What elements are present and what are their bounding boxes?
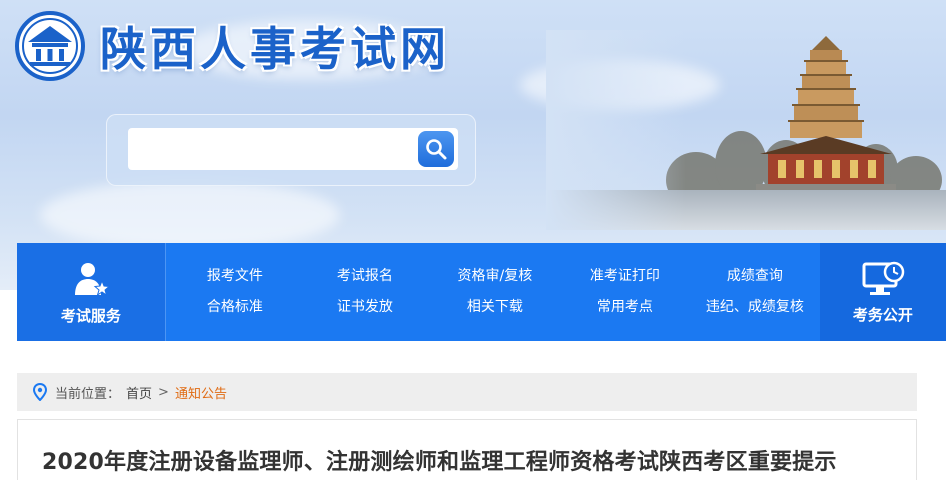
main-nav: 考试服务 报考文件 考试报名 资格审/复核 准考证打印 成绩查询 合格标准 证书… bbox=[17, 243, 946, 341]
breadcrumb-home-link[interactable]: 首页 bbox=[126, 383, 152, 402]
location-pin-icon bbox=[33, 383, 47, 401]
nav-link-qualification-review[interactable]: 资格审/复核 bbox=[430, 261, 560, 292]
breadcrumb-prefix: 当前位置： bbox=[55, 386, 121, 402]
nav-link-certificate[interactable]: 证书发放 bbox=[300, 292, 430, 323]
exam-public-label: 考务公开 bbox=[852, 305, 913, 324]
cloud-decoration bbox=[40, 180, 340, 250]
breadcrumb-separator: > bbox=[158, 384, 169, 400]
search-input[interactable] bbox=[128, 128, 458, 170]
breadcrumb-current: 通知公告 bbox=[174, 386, 227, 402]
article-panel: 2020年度注册设备监理师、注册测绘师和监理工程师资格考试陕西考区重要提示 bbox=[17, 419, 917, 480]
nav-link-score-query[interactable]: 成绩查询 bbox=[690, 261, 820, 292]
user-star-icon bbox=[74, 262, 111, 296]
monitor-clock-icon bbox=[862, 261, 905, 295]
exam-public-button[interactable]: 考务公开 bbox=[819, 243, 946, 341]
search-button[interactable] bbox=[418, 131, 454, 167]
nav-links: 报考文件 考试报名 资格审/复核 准考证打印 成绩查询 合格标准 证书发放 相关… bbox=[166, 243, 820, 341]
search-icon bbox=[426, 139, 447, 160]
exam-service-button[interactable]: 考试服务 bbox=[17, 243, 166, 341]
article-title: 2020年度注册设备监理师、注册测绘师和监理工程师资格考试陕西考区重要提示 bbox=[42, 450, 837, 475]
nav-link-pass-standard[interactable]: 合格标准 bbox=[170, 292, 300, 323]
site-title: 陕西人事考试网 bbox=[100, 22, 450, 76]
nav-link-exam-registration[interactable]: 考试报名 bbox=[300, 261, 430, 292]
nav-link-admission-ticket[interactable]: 准考证打印 bbox=[560, 261, 690, 292]
breadcrumb: 当前位置： 首页 > 通知公告 bbox=[17, 373, 917, 411]
emblem-icon bbox=[15, 11, 85, 81]
nav-link-score-recheck[interactable]: 违纪、成绩复核 bbox=[690, 292, 820, 323]
search-box bbox=[106, 114, 476, 186]
pagoda-illustration bbox=[546, 30, 946, 230]
exam-service-label: 考试服务 bbox=[60, 306, 121, 325]
nav-link-registration-docs[interactable]: 报考文件 bbox=[170, 261, 300, 292]
site-logo[interactable]: 陕西人事考试网 bbox=[14, 10, 450, 82]
nav-link-exam-venues[interactable]: 常用考点 bbox=[560, 292, 690, 323]
nav-link-downloads[interactable]: 相关下载 bbox=[430, 292, 560, 323]
